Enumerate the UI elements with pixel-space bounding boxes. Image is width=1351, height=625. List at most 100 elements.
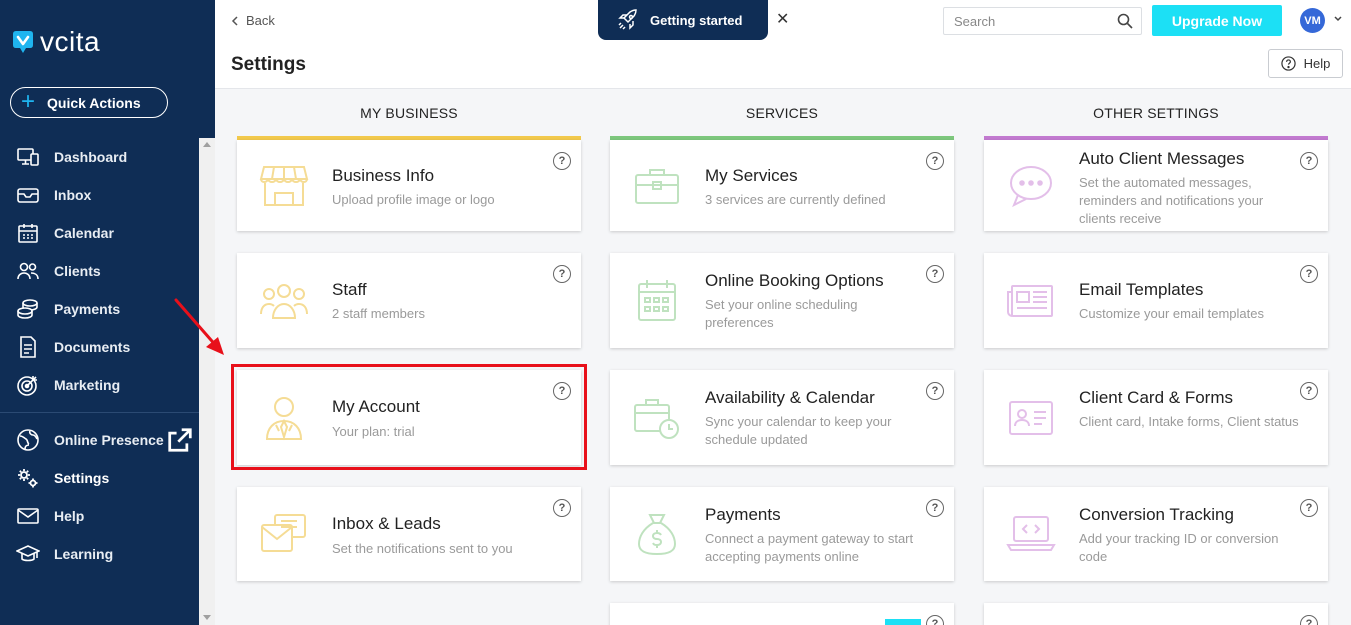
card-my-services[interactable]: My Services 3 services are currently def… [610,140,954,231]
beta-badge [885,619,921,625]
card-subtitle: Upload profile image or logo [332,192,495,207]
back-button[interactable]: Back [231,13,275,28]
help-question-icon[interactable]: ? [1300,265,1318,283]
sidebar-item-settings[interactable]: Settings [0,459,199,497]
help-question-icon[interactable]: ? [926,152,944,170]
help-question-icon[interactable]: ? [1300,152,1318,170]
sidebar-item-calendar[interactable]: Calendar [0,214,199,252]
help-question-icon[interactable]: ? [1300,382,1318,400]
card-title: Staff [332,280,367,299]
globe-icon [17,429,39,451]
card-partial[interactable]: ? [984,603,1328,625]
sidebar-item-learning[interactable]: Learning [0,535,199,573]
help-label: Help [1303,56,1331,71]
settings-icon [18,469,38,488]
money-bag-icon [637,514,677,556]
search-input[interactable] [944,8,1104,34]
scroll-down-arrow-icon[interactable] [203,615,211,620]
documents-icon [20,336,36,358]
search-box [943,7,1142,35]
card-subtitle: Set your online scheduling preferences [705,297,858,330]
card-business-info[interactable]: Business Info Upload profile image or lo… [237,140,581,231]
help-question-icon[interactable]: ? [926,265,944,283]
card-title: Payments [705,505,781,524]
back-label: Back [246,13,275,28]
user-account-icon [265,396,303,440]
card-auto-client-messages[interactable]: Auto Client Messages Set the automated m… [984,140,1328,231]
external-link-icon [168,428,192,452]
card-subtitle: Set the automated messages, reminders an… [1079,175,1264,226]
briefcase-icon [635,168,679,204]
quick-actions-button[interactable]: + Quick Actions [10,87,168,118]
card-subtitle: Sync your calendar to keep your schedule… [705,414,892,447]
card-title: My Services [705,166,798,185]
vcita-logo[interactable]: vcita [10,26,100,58]
annotation-arrow-icon [174,298,224,355]
help-question-icon[interactable]: ? [926,382,944,400]
help-question-icon[interactable]: ? [1300,615,1318,625]
sidebar-item-clients[interactable]: Clients [0,252,199,290]
sidebar-item-online-presence[interactable]: Online Presence [0,421,199,459]
help-question-icon[interactable]: ? [1300,499,1318,517]
help-question-icon[interactable]: ? [553,499,571,517]
avatar[interactable]: VM [1300,8,1325,33]
card-availability[interactable]: Availability & Calendar Sync your calend… [610,370,954,465]
mail-icon [17,508,39,524]
help-question-icon[interactable]: ? [553,265,571,283]
sidebar-item-help[interactable]: Help [0,497,199,535]
close-icon[interactable]: ✕ [776,9,789,29]
card-title: Auto Client Messages [1079,149,1245,168]
brand-name: vcita [40,26,101,57]
card-staff[interactable]: Staff 2 staff members ? [237,253,581,348]
quick-actions-label: Quick Actions [47,94,141,111]
graduation-cap-icon [16,545,40,562]
sidebar-scrollbar[interactable] [199,138,215,625]
help-question-icon[interactable]: ? [553,382,571,400]
card-online-booking[interactable]: Online Booking Options Set your online s… [610,253,954,348]
card-payments[interactable]: Payments Connect a payment gateway to st… [610,487,954,581]
help-question-icon[interactable]: ? [926,615,944,625]
card-subtitle: Connect a payment gateway to start accep… [705,531,914,564]
help-question-icon[interactable]: ? [553,152,571,170]
card-my-account[interactable]: My Account Your plan: trial ? [237,370,581,465]
chat-bubble-icon [1010,165,1052,207]
card-title: Conversion Tracking [1079,505,1234,524]
scroll-up-arrow-icon[interactable] [203,142,211,147]
card-title: Availability & Calendar [705,388,875,407]
id-card-icon [1009,400,1053,435]
help-question-icon[interactable]: ? [926,499,944,517]
inbox-leads-icon [261,514,306,552]
page-title: Settings [231,54,306,75]
card-conversion-tracking[interactable]: Conversion Tracking Add your tracking ID… [984,487,1328,581]
card-subtitle: Set the notifications sent to you [332,541,513,556]
card-subtitle: Your plan: trial [332,424,415,439]
sidebar-item-marketing[interactable]: Marketing [0,366,199,404]
card-subtitle: 3 services are currently defined [705,192,886,207]
sidebar-item-dashboard[interactable]: Dashboard [0,138,199,176]
page-header: Settings Help [215,41,1351,89]
top-bar: Back Getting started ✕ Upgrade Now VM [215,0,1351,41]
clients-icon [17,262,39,280]
card-title: My Account [332,397,420,416]
card-email-templates[interactable]: Email Templates Customize your email tem… [984,253,1328,348]
card-title: Email Templates [1079,280,1204,299]
getting-started-label: Getting started [650,12,743,28]
card-title: Inbox & Leads [332,514,441,533]
card-subtitle: Add your tracking ID or conversion code [1079,531,1279,564]
card-title: Online Booking Options [705,271,884,290]
payments-icon [17,299,38,319]
card-client-card-forms[interactable]: Client Card & Forms Client card, Intake … [984,370,1328,465]
sidebar-item-inbox[interactable]: Inbox [0,176,199,214]
column-title-other-settings: OTHER SETTINGS [1093,105,1219,121]
card-inbox-leads[interactable]: Inbox & Leads Set the notifications sent… [237,487,581,581]
getting-started-button[interactable]: Getting started [598,0,768,40]
card-subtitle: Client card, Intake forms, Client status [1079,414,1299,429]
nav-divider [0,412,199,413]
chevron-down-icon[interactable] [1333,14,1343,24]
inbox-icon [17,188,39,203]
calendar-clock-icon [634,398,679,439]
card-subtitle: Customize your email templates [1079,306,1264,321]
upgrade-now-button[interactable]: Upgrade Now [1152,5,1282,36]
help-button[interactable]: Help [1268,49,1343,78]
search-icon[interactable] [1117,13,1133,29]
